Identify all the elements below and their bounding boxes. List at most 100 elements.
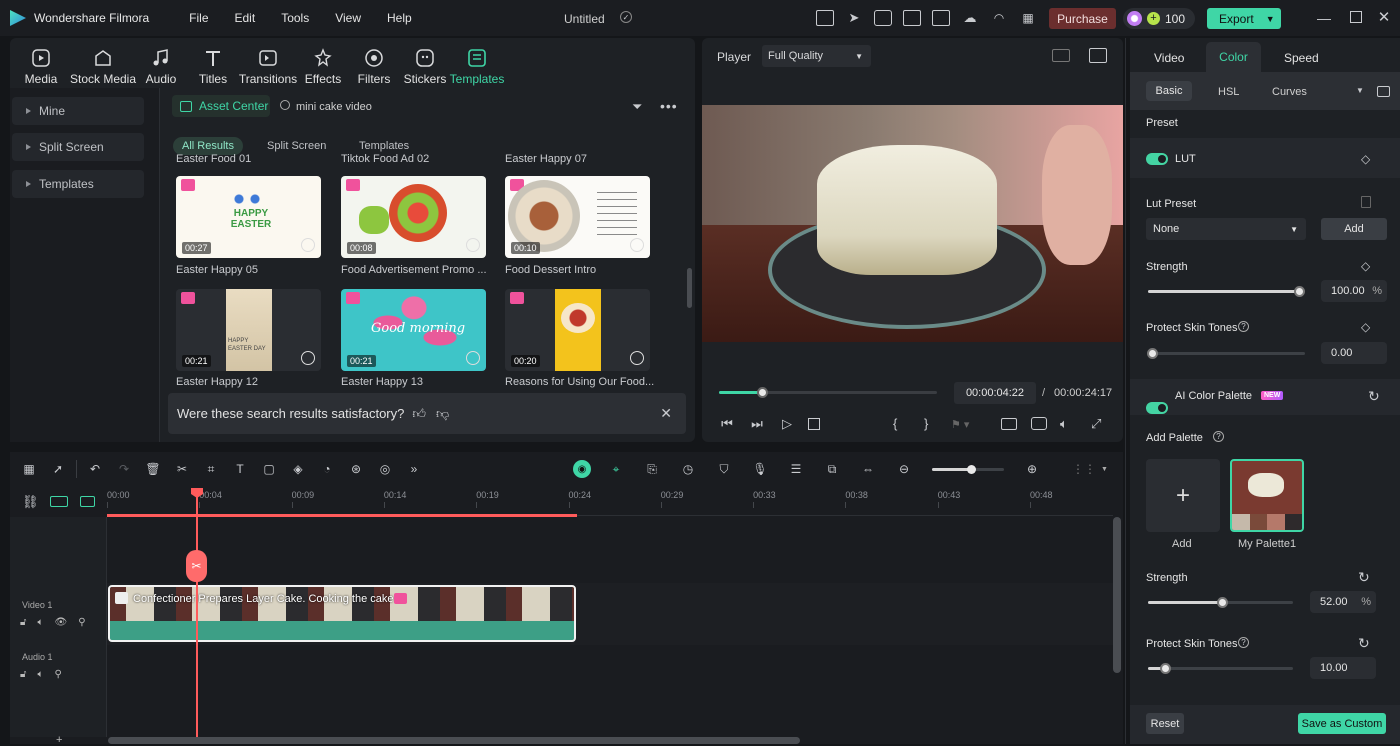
- text-icon[interactable]: T: [229, 458, 251, 480]
- strength-slider[interactable]: [1148, 290, 1300, 293]
- eye-icon[interactable]: 👁︎: [54, 617, 67, 628]
- keyframe-icon[interactable]: ◇: [1361, 152, 1370, 166]
- headset-icon[interactable]: ◠: [990, 10, 1008, 26]
- menu-help[interactable]: Help: [387, 11, 412, 25]
- magic-icon[interactable]: ⚲: [78, 617, 85, 628]
- subtab-hsl[interactable]: HSL: [1218, 86, 1239, 98]
- reset-icon[interactable]: ↻: [1358, 569, 1370, 586]
- filter-split-screen[interactable]: Split Screen: [267, 140, 326, 152]
- undo-icon[interactable]: ↶: [84, 458, 106, 480]
- fit-icon[interactable]: ⇔: [857, 458, 879, 480]
- download-icon[interactable]: [301, 238, 315, 252]
- replace-icon[interactable]: ⧉: [821, 458, 843, 480]
- sidebar-item-split-screen[interactable]: Split Screen: [12, 133, 144, 161]
- tracks-icon[interactable]: ☰: [785, 458, 807, 480]
- strength-slider-handle[interactable]: [1294, 286, 1305, 297]
- palette-protect-input[interactable]: 10.00: [1310, 657, 1376, 679]
- subtab-curves[interactable]: Curves: [1272, 86, 1307, 98]
- search-input[interactable]: [296, 97, 596, 117]
- lock-icon[interactable]: 🔓︎: [20, 617, 26, 628]
- crop-icon[interactable]: ⌗: [200, 458, 222, 480]
- send-icon[interactable]: ➤: [845, 10, 863, 26]
- palette-strength-input[interactable]: 52.00%: [1310, 591, 1376, 613]
- layout-icon[interactable]: ▦: [18, 458, 40, 480]
- close-icon[interactable]: ✕: [660, 405, 672, 422]
- trash-icon[interactable]: [1361, 196, 1371, 208]
- tab-effects[interactable]: Effects: [302, 42, 344, 86]
- chevron-down-icon[interactable]: ▼: [1101, 466, 1108, 473]
- download-icon[interactable]: [466, 351, 480, 365]
- timeline-horizontal-scrollbar[interactable]: [108, 737, 800, 744]
- grid-menu-icon[interactable]: ⋮⋮: [1072, 458, 1096, 480]
- minimize-icon[interactable]: —: [1316, 10, 1332, 26]
- sidebar-item-templates[interactable]: Templates: [12, 170, 144, 198]
- lock-icon[interactable]: 🔓︎: [20, 669, 26, 680]
- track-manager-icon[interactable]: [80, 496, 95, 507]
- palette-protect-handle[interactable]: [1160, 663, 1171, 674]
- ai-tool-icon[interactable]: ◈: [287, 458, 309, 480]
- prev-frame-icon[interactable]: ⏮: [718, 416, 736, 432]
- mute-icon[interactable]: 🔈︎: [37, 617, 43, 628]
- add-track-icon[interactable]: [50, 496, 68, 507]
- play-icon[interactable]: ▷: [778, 416, 796, 432]
- export-button[interactable]: Export ▼: [1207, 8, 1281, 29]
- speed-icon[interactable]: ◔: [316, 458, 338, 480]
- zoom-out-icon[interactable]: ⊖: [893, 458, 915, 480]
- tab-media[interactable]: Media: [20, 42, 62, 86]
- template-card[interactable]: HAPPY EASTER 00:27: [176, 176, 321, 258]
- download-icon[interactable]: [301, 351, 315, 365]
- my-palette-tile[interactable]: [1230, 459, 1304, 532]
- filter-templates[interactable]: Templates: [359, 140, 409, 152]
- grid-icon[interactable]: ▦: [1019, 10, 1037, 26]
- tab-audio[interactable]: Audio: [140, 42, 182, 86]
- next-frame-icon[interactable]: ⏭: [748, 416, 766, 432]
- tab-video[interactable]: Video: [1154, 51, 1184, 65]
- display-icon[interactable]: [1001, 418, 1017, 430]
- asset-center-button[interactable]: Asset Center: [172, 95, 270, 117]
- zoom-slider-handle[interactable]: [967, 465, 976, 474]
- strength-input[interactable]: 100.00%: [1321, 280, 1387, 302]
- protect-skin-input[interactable]: 0.00: [1321, 342, 1387, 364]
- mark-in-icon[interactable]: {: [893, 416, 897, 431]
- ai-palette-toggle[interactable]: [1146, 402, 1168, 414]
- info-icon[interactable]: ?: [1238, 321, 1249, 332]
- close-icon[interactable]: ✕: [1376, 9, 1392, 26]
- grid-view-icon[interactable]: [1052, 49, 1070, 62]
- menu-tools[interactable]: Tools: [281, 11, 309, 25]
- render-icon[interactable]: ◷: [677, 458, 699, 480]
- add-icon[interactable]: +: [56, 734, 62, 746]
- mute-icon[interactable]: 🔈︎: [37, 669, 43, 680]
- purchase-button[interactable]: Purchase: [1049, 8, 1116, 29]
- cloud-upload-icon[interactable]: ☁: [961, 10, 979, 26]
- subtab-basic[interactable]: Basic: [1146, 81, 1192, 101]
- color-match-icon[interactable]: ⊛: [345, 458, 367, 480]
- camera-icon[interactable]: ⎘: [641, 458, 663, 480]
- chart-icon[interactable]: [1089, 48, 1107, 63]
- redo-icon[interactable]: ↷: [113, 458, 135, 480]
- thumbs-up-icon[interactable]: 👍︎: [412, 406, 426, 422]
- menu-file[interactable]: File: [189, 11, 208, 25]
- save-custom-button[interactable]: Save as Custom: [1298, 713, 1386, 734]
- monitor-icon[interactable]: [903, 10, 921, 26]
- reset-icon[interactable]: ↻: [1368, 388, 1380, 405]
- tab-transitions[interactable]: Transitions: [239, 42, 297, 86]
- shape-icon[interactable]: ▢: [258, 458, 280, 480]
- select-tool-icon[interactable]: ➚: [47, 458, 69, 480]
- menu-view[interactable]: View: [335, 11, 361, 25]
- template-card[interactable]: Good morning 00:21: [341, 289, 486, 371]
- tab-speed[interactable]: Speed: [1284, 51, 1319, 65]
- mic-icon[interactable]: 🎙︎: [749, 458, 771, 480]
- download-icon[interactable]: [466, 238, 480, 252]
- protect-skin-slider[interactable]: [1148, 352, 1305, 355]
- tab-titles[interactable]: Titles: [192, 42, 234, 86]
- keyframe-icon[interactable]: ◇: [1361, 259, 1370, 273]
- templates-icon[interactable]: [874, 10, 892, 26]
- ai-assistant-icon[interactable]: ◉: [573, 460, 591, 478]
- thumbs-down-icon[interactable]: 👎︎: [436, 406, 449, 422]
- magic-icon[interactable]: ⚲: [54, 669, 61, 680]
- zoom-in-icon[interactable]: ⊕: [1021, 458, 1043, 480]
- add-palette-tile[interactable]: +: [1146, 459, 1220, 532]
- tab-color[interactable]: Color: [1206, 42, 1261, 72]
- lut-toggle[interactable]: [1146, 153, 1168, 165]
- lut-preset-select[interactable]: None ▼: [1146, 218, 1306, 240]
